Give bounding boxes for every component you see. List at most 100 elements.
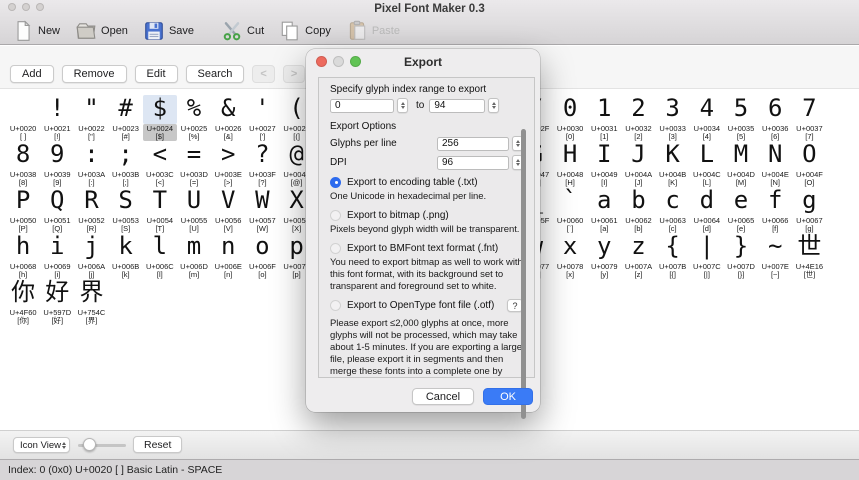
window-title: Pixel Font Maker 0.3 bbox=[0, 3, 859, 15]
glyph-cell-u+004a[interactable]: JU+004A[J] bbox=[621, 141, 655, 187]
glyph-cell-u+0050[interactable]: PU+0050[P] bbox=[6, 187, 40, 233]
range-to-field[interactable]: 94 bbox=[429, 99, 485, 113]
cancel-button[interactable]: Cancel bbox=[412, 388, 474, 405]
glyph-cell-u+0065[interactable]: eU+0065[e] bbox=[724, 187, 758, 233]
glyph-cell-u+006c[interactable]: lU+006C[l] bbox=[143, 233, 177, 279]
glyph-cell-u+003d[interactable]: =U+003D[=] bbox=[177, 141, 211, 187]
glyph-cell-u+006d[interactable]: mU+006D[m] bbox=[177, 233, 211, 279]
dialog-scrollbar-thumb[interactable] bbox=[521, 129, 526, 419]
ok-button[interactable]: OK bbox=[483, 388, 533, 405]
glyph-cell-u+0052[interactable]: RU+0052[R] bbox=[74, 187, 108, 233]
glyph-cell-u+0036[interactable]: 6U+0036[6] bbox=[758, 95, 792, 141]
search-button[interactable]: Search bbox=[186, 65, 245, 83]
radio-button-icon[interactable] bbox=[330, 300, 341, 311]
range-from-stepper[interactable] bbox=[397, 98, 408, 113]
glyph-cell-u+0022[interactable]: "U+0022["] bbox=[74, 95, 108, 141]
zoom-slider-thumb[interactable] bbox=[83, 438, 96, 451]
glyph-cell-u+0066[interactable]: fU+0066[f] bbox=[758, 187, 792, 233]
glyph-cell-u+003f[interactable]: ?U+003F[?] bbox=[245, 141, 279, 187]
view-mode-dropdown[interactable]: Icon View bbox=[13, 437, 70, 453]
glyph-cell-u+0027[interactable]: 'U+0027['] bbox=[245, 95, 279, 141]
glyph-cell-u+003a[interactable]: :U+003A[:] bbox=[74, 141, 108, 187]
glyph-cell-u+0069[interactable]: iU+0069[i] bbox=[40, 233, 74, 279]
glyph-cell-u+0061[interactable]: aU+0061[a] bbox=[587, 187, 621, 233]
glyph-cell-u+0079[interactable]: yU+0079[y] bbox=[587, 233, 621, 279]
toolbar-button-open[interactable]: Open bbox=[75, 20, 128, 42]
glyph-cell-u+0030[interactable]: 0U+0030[0] bbox=[553, 95, 587, 141]
toolbar-button-cut[interactable]: Cut bbox=[221, 20, 264, 42]
glyph-cell-u+007c[interactable]: |U+007C[|] bbox=[690, 233, 724, 279]
glyph-cell-u+0054[interactable]: TU+0054[T] bbox=[143, 187, 177, 233]
glyph-cell-u+0024[interactable]: $U+0024[$] bbox=[143, 95, 177, 141]
glyph-cell-u+0060[interactable]: `U+0060[`] bbox=[553, 187, 587, 233]
glyph-cell-u+0062[interactable]: bU+0062[b] bbox=[621, 187, 655, 233]
glyph-cell-u+007d[interactable]: }U+007D[}] bbox=[724, 233, 758, 279]
remove-button[interactable]: Remove bbox=[62, 65, 127, 83]
glyph-cell-u+006a[interactable]: jU+006A[j] bbox=[74, 233, 108, 279]
glyph-cell-u+006e[interactable]: nU+006E[n] bbox=[211, 233, 245, 279]
glyph-cell-u+754c[interactable]: 界U+754C[界] bbox=[74, 279, 108, 325]
export-option-label: Export to BMFont text format (.fnt) bbox=[347, 243, 523, 254]
glyph-cell-u+0039[interactable]: 9U+0039[9] bbox=[40, 141, 74, 187]
glyph-cell-u+0057[interactable]: WU+0057[W] bbox=[245, 187, 279, 233]
glyph-cell-u+0056[interactable]: VU+0056[V] bbox=[211, 187, 245, 233]
glyph-cell-u+0049[interactable]: IU+0049[I] bbox=[587, 141, 621, 187]
glyph-cell-u+003b[interactable]: ;U+003B[;] bbox=[109, 141, 143, 187]
glyph-cell-u+004c[interactable]: LU+004C[L] bbox=[690, 141, 724, 187]
edit-button[interactable]: Edit bbox=[135, 65, 178, 83]
glyph-cell-u+004f[interactable]: OU+004F[O] bbox=[792, 141, 826, 187]
glyph-cell-u+0035[interactable]: 5U+0035[5] bbox=[724, 95, 758, 141]
glyph-cell-u+0064[interactable]: dU+0064[d] bbox=[690, 187, 724, 233]
export-option-2[interactable]: Export to BMFont text format (.fnt) bbox=[330, 242, 523, 254]
glyph-cell-u+003e[interactable]: >U+003E[>] bbox=[211, 141, 245, 187]
glyph-cell-u+0067[interactable]: gU+0067[g] bbox=[792, 187, 826, 233]
radio-button-icon[interactable] bbox=[330, 177, 341, 188]
glyph-cell-u+0037[interactable]: 7U+0037[7] bbox=[792, 95, 826, 141]
export-option-0[interactable]: Export to encoding table (.txt) bbox=[330, 176, 523, 188]
glyph-cell-u+0031[interactable]: 1U+0031[1] bbox=[587, 95, 621, 141]
glyph-cell-u+007a[interactable]: zU+007A[z] bbox=[621, 233, 655, 279]
glyph-cell-u+004e[interactable]: NU+004E[N] bbox=[758, 141, 792, 187]
export-option-3[interactable]: Export to OpenType font file (.otf)? bbox=[330, 299, 523, 311]
glyph-cell-u+0032[interactable]: 2U+0032[2] bbox=[621, 95, 655, 141]
glyph-cell-u+0055[interactable]: UU+0055[U] bbox=[177, 187, 211, 233]
glyph-cell-u+0078[interactable]: xU+0078[x] bbox=[553, 233, 587, 279]
glyph-cell-u+4e16[interactable]: 世U+4E16[世] bbox=[792, 233, 826, 279]
glyph-cell-u+003c[interactable]: <U+003C[<] bbox=[143, 141, 177, 187]
glyph-cell-u+0053[interactable]: SU+0053[S] bbox=[109, 187, 143, 233]
glyph-cell-u+4f60[interactable]: 你U+4F60[你] bbox=[6, 279, 40, 325]
toolbar-button-copy[interactable]: Copy bbox=[279, 20, 331, 42]
export-option-1[interactable]: Export to bitmap (.png) bbox=[330, 209, 523, 221]
range-to-stepper[interactable] bbox=[488, 98, 499, 113]
glyph-cell-u+0034[interactable]: 4U+0034[4] bbox=[690, 95, 724, 141]
glyph-cell-u+0023[interactable]: #U+0023[#] bbox=[109, 95, 143, 141]
glyph-cell-u+0021[interactable]: !U+0021[!] bbox=[40, 95, 74, 141]
glyph-cell-u+0051[interactable]: QU+0051[Q] bbox=[40, 187, 74, 233]
add-button[interactable]: Add bbox=[10, 65, 54, 83]
glyph-preview: & bbox=[211, 95, 245, 124]
glyph-cell-u+004b[interactable]: KU+004B[K] bbox=[656, 141, 690, 187]
glyph-cell-u+004d[interactable]: MU+004D[M] bbox=[724, 141, 758, 187]
glyph-cell-u+0038[interactable]: 8U+0038[8] bbox=[6, 141, 40, 187]
radio-button-icon[interactable] bbox=[330, 210, 341, 221]
glyph-cell-u+0026[interactable]: &U+0026[&] bbox=[211, 95, 245, 141]
glyphs-per-line-field[interactable]: 256 bbox=[437, 137, 509, 151]
toolbar-button-save[interactable]: Save bbox=[143, 20, 194, 42]
glyph-cell-u+006b[interactable]: kU+006B[k] bbox=[109, 233, 143, 279]
reset-button[interactable]: Reset bbox=[133, 436, 182, 453]
glyph-cell-u+0063[interactable]: cU+0063[c] bbox=[656, 187, 690, 233]
glyph-preview: P bbox=[6, 187, 40, 216]
glyph-cell-u+0020[interactable]: U+0020[ ] bbox=[6, 95, 40, 141]
glyph-cell-u+0025[interactable]: %U+0025[%] bbox=[177, 95, 211, 141]
glyph-cell-u+006f[interactable]: oU+006F[o] bbox=[245, 233, 279, 279]
toolbar-button-new[interactable]: New bbox=[12, 20, 60, 42]
radio-button-icon[interactable] bbox=[330, 243, 341, 254]
glyph-cell-u+0033[interactable]: 3U+0033[3] bbox=[656, 95, 690, 141]
glyph-cell-u+007e[interactable]: ~U+007E[~] bbox=[758, 233, 792, 279]
dpi-field[interactable]: 96 bbox=[437, 156, 509, 170]
glyph-cell-u+597d[interactable]: 好U+597D[好] bbox=[40, 279, 74, 325]
glyph-cell-u+0068[interactable]: hU+0068[h] bbox=[6, 233, 40, 279]
glyph-cell-u+0048[interactable]: HU+0048[H] bbox=[553, 141, 587, 187]
range-from-field[interactable]: 0 bbox=[330, 99, 394, 113]
glyph-cell-u+007b[interactable]: {U+007B[{] bbox=[656, 233, 690, 279]
